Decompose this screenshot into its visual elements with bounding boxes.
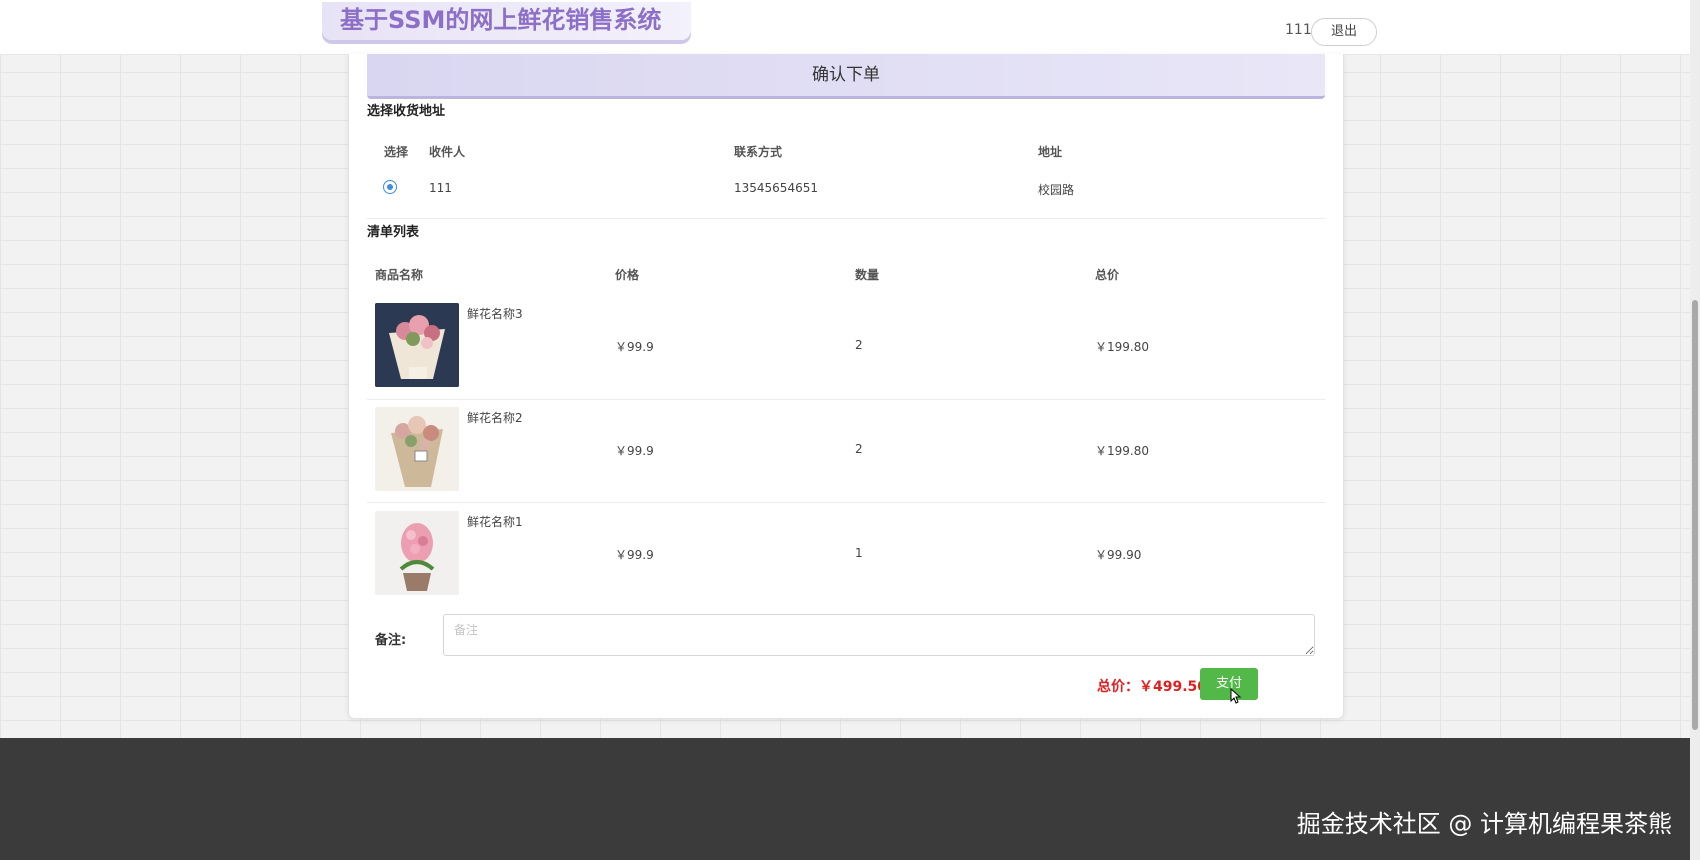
site-title: 基于SSM的网上鲜花销售系统 (322, 2, 692, 40)
items-section-title: 清单列表 (367, 225, 420, 240)
item-subtotal: ￥199.80 (1095, 340, 1149, 354)
logout-button[interactable]: 退出 (1311, 18, 1377, 46)
item-quantity: 2 (855, 442, 863, 456)
item-price: ￥99.9 (615, 548, 654, 562)
address-col-address: 地址 (1038, 145, 1063, 159)
item-subtotal: ￥99.90 (1095, 548, 1142, 562)
remark-textarea[interactable] (443, 614, 1315, 656)
items-col-quantity: 数量 (855, 268, 880, 282)
item-name: 鲜花名称2 (467, 411, 523, 425)
cursor-icon (1230, 688, 1242, 704)
page-scrollbar[interactable] (1690, 0, 1700, 860)
order-total: 总价：￥499.50 (1097, 679, 1208, 695)
items-col-price: 价格 (615, 268, 640, 282)
item-name: 鲜花名称3 (467, 307, 523, 321)
address-text: 校园路 (1038, 183, 1075, 197)
footer: 掘金技术社区 @ 计算机编程果茶熊 (0, 738, 1690, 860)
flower-bouquet-image (375, 303, 459, 387)
item-price: ￥99.9 (615, 444, 654, 458)
divider (367, 502, 1325, 503)
items-col-name: 商品名称 (375, 268, 424, 282)
address-col-select: 选择 (384, 145, 409, 159)
page-title: 确认下单 (367, 54, 1325, 99)
item-name: 鲜花名称1 (467, 515, 523, 529)
address-phone: 13545654651 (734, 181, 818, 195)
item-quantity: 1 (855, 546, 863, 560)
divider (367, 399, 1325, 400)
address-col-phone: 联系方式 (734, 145, 783, 159)
top-bar: 基于SSM的网上鲜花销售系统 111 退出 (0, 0, 1700, 55)
potted-flower-image (375, 511, 459, 595)
address-col-recipient: 收件人 (429, 145, 466, 159)
watermark: 掘金技术社区 @ 计算机编程果茶熊 (1296, 810, 1672, 838)
remark-label: 备注: (375, 633, 407, 648)
item-quantity: 2 (855, 338, 863, 352)
pay-button[interactable]: 支付 (1200, 668, 1258, 700)
divider (367, 218, 1325, 219)
flower-bouquet-image (375, 407, 459, 491)
address-recipient: 111 (429, 181, 452, 195)
user-name: 111 (1285, 22, 1312, 38)
scrollbar-thumb[interactable] (1692, 300, 1698, 730)
item-price: ￥99.9 (615, 340, 654, 354)
items-col-subtotal: 总价 (1095, 268, 1120, 282)
item-subtotal: ￥199.80 (1095, 444, 1149, 458)
order-confirm-panel: 确认下单 选择收货地址 选择 收件人 联系方式 地址 111 135456546… (348, 54, 1344, 719)
address-radio[interactable] (383, 180, 397, 194)
address-section-title: 选择收货地址 (367, 104, 446, 119)
